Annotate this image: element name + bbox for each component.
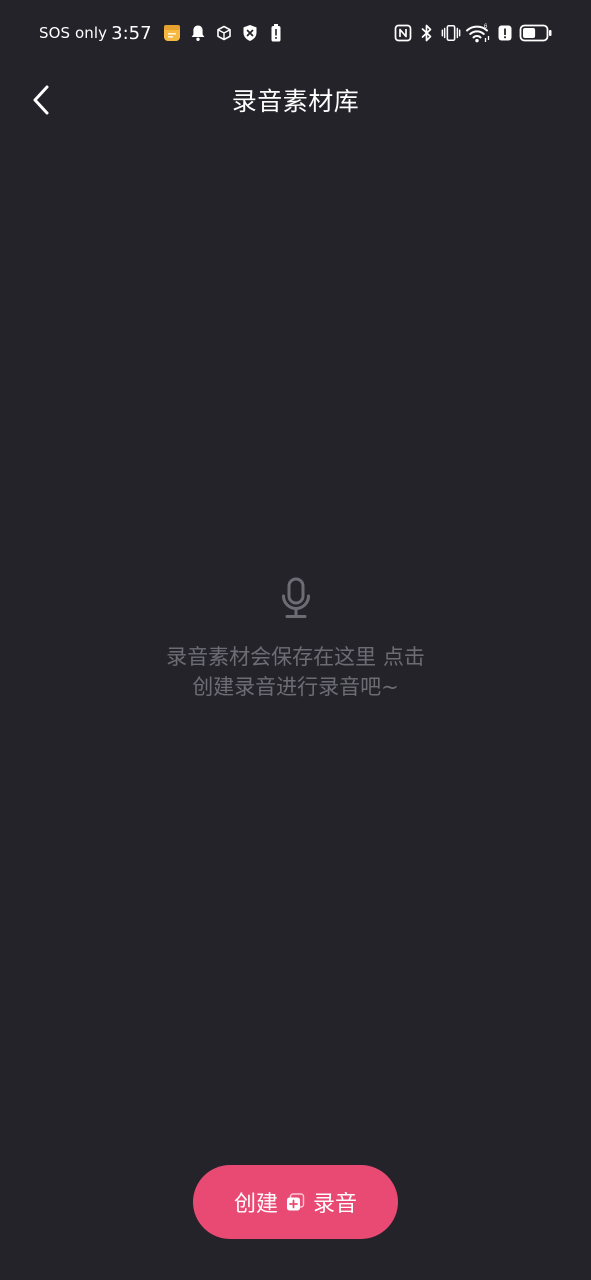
- status-bar-left: SOS only 3:57: [39, 20, 286, 46]
- page-title: 录音素材库: [231, 87, 360, 116]
- status-bar: SOS only 3:57 6: [0, 0, 591, 66]
- screen: SOS only 3:57 6 录音素材库 录音素材会保存在这里 点击创建录音进…: [0, 0, 591, 1280]
- battery-alert-icon: [266, 22, 286, 44]
- carrier-text: SOS only: [39, 24, 108, 42]
- battery-icon: [519, 22, 553, 44]
- wifi-icon: 6: [465, 22, 491, 44]
- bluetooth-icon: [417, 22, 437, 44]
- nav-bar: 录音素材库: [0, 72, 591, 130]
- empty-state-message: 录音素材会保存在这里 点击创建录音进行录音吧~: [166, 645, 425, 699]
- alert-icon: [495, 22, 515, 44]
- notes-app-icon: [162, 22, 182, 44]
- plus-square-icon: [286, 1192, 305, 1212]
- create-recording-button[interactable]: 创建 录音: [193, 1165, 398, 1239]
- svg-text:6: 6: [484, 24, 488, 30]
- status-bar-right: 6: [393, 20, 553, 46]
- empty-state: 录音素材会保存在这里 点击创建录音进行录音吧~: [0, 576, 591, 702]
- cube-icon: [214, 22, 234, 44]
- create-button-label-right: 录音: [313, 1192, 358, 1217]
- create-button-label-left: 创建: [233, 1192, 278, 1217]
- microphone-icon: [278, 576, 314, 620]
- nfc-icon: [393, 22, 413, 44]
- vibrate-icon: [441, 22, 461, 44]
- shield-x-icon: [240, 22, 260, 44]
- bell-icon: [188, 22, 208, 44]
- clock-text: 3:57: [111, 22, 152, 44]
